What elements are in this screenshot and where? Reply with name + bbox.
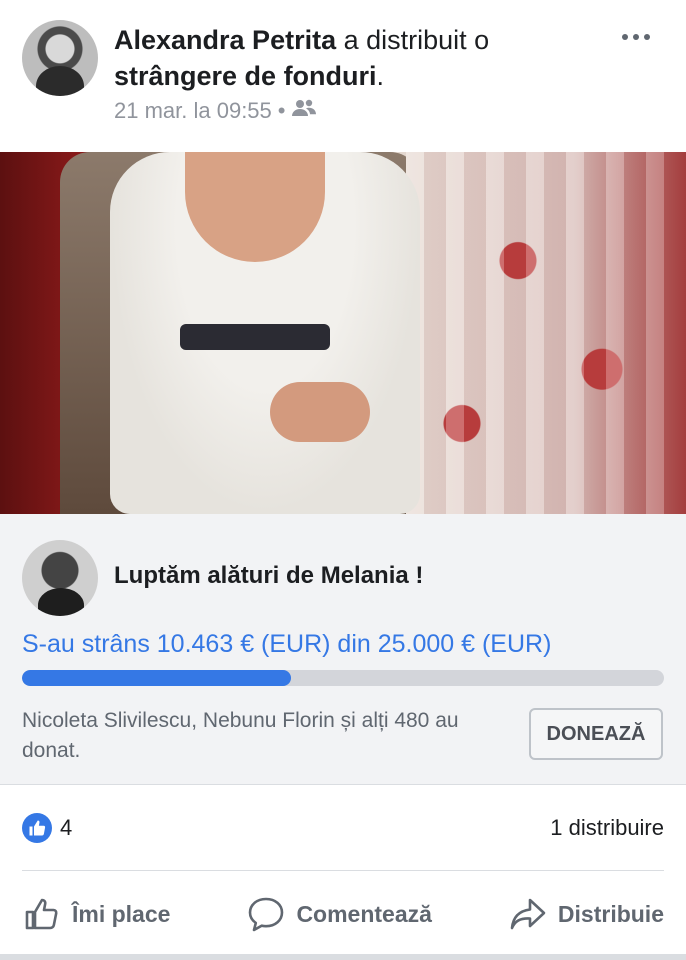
post-header: Alexandra Petrita a distribuit o strânge… — [0, 0, 686, 152]
photo-hands — [270, 382, 370, 442]
progress-bar — [22, 670, 664, 686]
share-button[interactable]: Distribuie — [508, 894, 664, 934]
comment-icon — [249, 897, 284, 932]
author-name[interactable]: Alexandra Petrita — [114, 25, 336, 55]
action-text: a distribuit o — [343, 25, 490, 55]
donors-text: Nicoleta Slivilescu, Nebunu Florin și al… — [22, 709, 459, 762]
share-count[interactable]: 1 distribuire — [550, 815, 664, 841]
reactions-bar: 4 1 distribuire — [0, 784, 686, 871]
photo-curtain — [406, 152, 686, 514]
comment-button[interactable]: Comentează — [246, 894, 432, 934]
like-reaction-icon[interactable] — [22, 813, 52, 843]
title-punctuation: . — [376, 61, 385, 91]
fundraiser-link[interactable]: strângere de fonduri — [114, 61, 377, 91]
fundraiser-card: Luptăm alături de Melania ! S-au strâns … — [0, 514, 686, 784]
post-meta: 21 mar. la 09:55 • — [114, 98, 317, 124]
amount-raised: S-au strâns 10.463 € (EUR) din 25.000 € … — [22, 630, 552, 658]
thumbs-up-icon — [25, 898, 58, 930]
post-bottom-divider — [0, 954, 686, 960]
friends-icon — [291, 98, 317, 124]
timestamp[interactable]: 21 mar. la 09:55 — [114, 98, 272, 124]
more-dot-icon — [644, 34, 650, 40]
comment-label: Comentează — [296, 900, 432, 927]
author-avatar[interactable] — [22, 20, 98, 96]
more-dot-icon — [622, 34, 628, 40]
more-dot-icon — [633, 34, 639, 40]
action-bar: Îmi place Comentează Distribuie — [22, 870, 664, 957]
share-label: Distribuie — [557, 900, 664, 927]
progress-fill — [22, 670, 291, 686]
meta-separator: • — [277, 98, 286, 123]
post-title: Alexandra Petrita a distribuit o strânge… — [114, 22, 614, 94]
photo-belt — [180, 324, 330, 350]
like-button[interactable]: Îmi place — [22, 894, 170, 934]
fundraiser-avatar[interactable] — [22, 540, 98, 616]
more-options-button[interactable] — [614, 22, 658, 52]
fundraiser-title[interactable]: Luptăm alături de Melania ! — [114, 562, 423, 590]
like-label: Îmi place — [72, 900, 171, 927]
donate-button[interactable]: DONEAZĂ — [529, 708, 663, 760]
share-arrow-icon — [510, 898, 546, 930]
like-count[interactable]: 4 — [60, 815, 72, 841]
fundraiser-photo[interactable] — [0, 152, 686, 514]
